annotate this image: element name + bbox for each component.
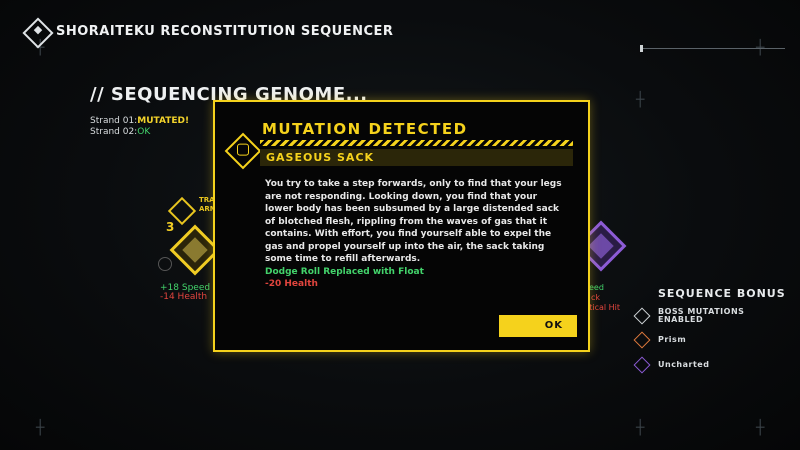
bonus-label: Prism [658,335,687,344]
positive-effect: Dodge Roll Replaced with Float [265,267,424,277]
dialog-title: MUTATION DETECTED [262,120,468,138]
node-core [588,233,614,259]
bonus-item: BOSS MUTATIONS ENABLED [633,307,758,325]
header-title: SHORAITEKU RECONSTITUTION SEQUENCER [56,24,394,39]
strand-status: OK [137,127,151,137]
subtitle-bar: GASEOUS SACK [260,149,573,166]
strand-label: Strand 01: [90,116,138,126]
node-core [182,237,208,263]
peek-stat: ck [591,293,601,302]
grid-mark: ┼ [36,420,45,436]
mutation-description: You try to take a step forwards, only to… [265,179,562,264]
negative-effect: -20 Health [265,279,318,289]
mutation-dialog: MUTATION DETECTED GASEOUS SACK You try t… [213,100,590,352]
strand-row: Strand 01:MUTATED! [90,116,189,126]
grid-mark: ┼ [636,92,645,108]
mutation-name: GASEOUS SACK [266,151,375,164]
foot-glyph [237,143,249,156]
prism-icon [633,331,651,349]
sequence-bonus-title: SEQUENCE BONUS [658,287,786,300]
strand-row: Strand 02:OK [90,127,150,137]
bonus-item: Uncharted [633,356,710,374]
strand-label: Strand 02: [90,127,138,137]
ghost-node-icon [158,257,172,271]
header-divider [640,45,785,52]
grid-mark: ┼ [756,420,765,436]
hazard-stripe [260,140,573,146]
uncharted-icon [633,356,651,374]
bonus-label: BOSS MUTATIONS ENABLED [658,307,745,324]
stat-health: -14 Health [160,292,208,302]
ok-button[interactable]: OK [499,315,577,337]
bonus-label: Uncharted [658,360,710,369]
boss-icon [633,307,651,325]
mutation-icon [224,132,262,170]
grid-mark: ┼ [636,420,645,436]
peek-stat: itical Hit [587,303,621,312]
node-count: 3 [166,220,175,234]
peek-stat: eed [589,283,604,292]
strand-status: MUTATED! [137,116,190,126]
bonus-item: Prism [633,331,687,349]
